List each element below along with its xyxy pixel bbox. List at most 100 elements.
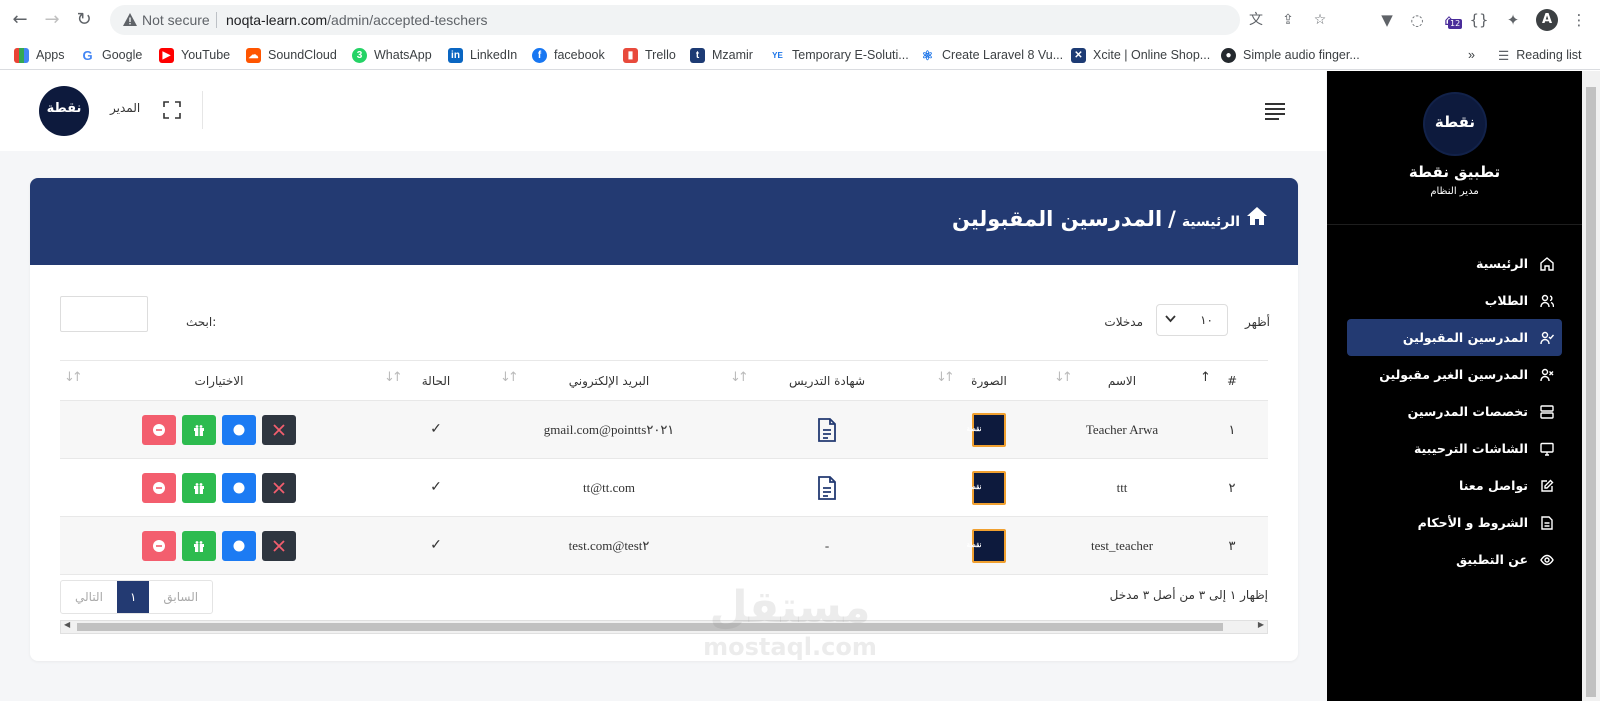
sort-icon[interactable]: ↑↓	[500, 370, 519, 385]
bookmarks-overflow-icon[interactable]: »	[1468, 46, 1475, 64]
bookmark-google[interactable]: G Google	[80, 46, 142, 64]
content-card: الرئيسية / المدرسين المقبولين أظهر ١٠ مد…	[30, 178, 1298, 661]
sort-asc-icon[interactable]: ↑	[1200, 370, 1211, 385]
linkedin-icon: in	[448, 47, 463, 63]
sort-icon[interactable]: ↑↓	[936, 370, 955, 385]
menu-dots-icon[interactable]: ⋮	[1568, 9, 1590, 31]
entries-select[interactable]: ١٠	[1156, 304, 1228, 336]
sort-icon[interactable]: ↑↓	[1054, 370, 1073, 385]
app: نقطة المدير الرئيسية / المدرسين المقبولي…	[0, 71, 1600, 701]
fullscreen-icon[interactable]	[163, 101, 181, 119]
sidebar-item-students[interactable]: الطلاب	[1347, 282, 1562, 319]
profile-avatar[interactable]: A	[1536, 9, 1558, 31]
vuetify-extension-icon[interactable]: ▼	[1376, 9, 1398, 31]
teacher-photo[interactable]: نقطة	[967, 470, 1006, 505]
sidebar-item-splash-screens[interactable]: الشاشات الترحيبية	[1347, 430, 1562, 467]
sidebar-item-rejected-teachers[interactable]: المدرسين الغير مقبولين	[1347, 356, 1562, 393]
bookmark-soundcloud[interactable]: ☁ SoundCloud	[246, 46, 337, 64]
circle-icon	[233, 482, 245, 493]
share-icon[interactable]: ⇪	[1278, 10, 1298, 30]
current-page-button[interactable]: ١	[116, 581, 150, 613]
bookmark-youtube[interactable]: ▶ YouTube	[159, 46, 230, 64]
home-icon[interactable]	[1246, 206, 1268, 226]
reading-list-button[interactable]: ☰ Reading list	[1498, 46, 1582, 64]
bookmark-linkedin[interactable]: in LinkedIn	[448, 46, 517, 64]
table-row: ٣ test_teacher نقطة - test٢@test.com ✓	[60, 516, 1268, 575]
bookmark-github[interactable]: ● Simple audio finger...	[1221, 46, 1360, 64]
bookmark-star-icon[interactable]: ☆	[1310, 10, 1330, 30]
breadcrumb-home[interactable]: الرئيسية	[1182, 214, 1240, 230]
status-button[interactable]	[222, 472, 256, 503]
scroll-right-icon[interactable]: ▶	[1258, 620, 1264, 629]
scrollbar-thumb[interactable]	[77, 623, 1223, 631]
forward-icon[interactable]: →	[40, 8, 64, 32]
extension-circle-icon[interactable]: ◌	[1406, 9, 1428, 31]
teacher-photo[interactable]: نقطة	[967, 412, 1006, 447]
document-icon[interactable]	[817, 475, 837, 500]
gift-button[interactable]	[182, 530, 216, 561]
extension-badge-icon[interactable]: ⌂12	[1438, 9, 1463, 31]
next-page-button[interactable]: التالي	[61, 581, 117, 613]
reject-button[interactable]	[262, 472, 296, 503]
bookmark-mzamir[interactable]: t Mzamir	[690, 46, 753, 64]
bookmark-laravel[interactable]: ⚛ Create Laravel 8 Vu...	[920, 46, 1063, 64]
bookmark-esolution[interactable]: YE Temporary E-Soluti...	[770, 46, 909, 64]
minus-circle-icon	[153, 481, 165, 494]
puzzle-icon[interactable]: ✦	[1502, 9, 1524, 31]
window-scrollbar-thumb[interactable]	[1586, 87, 1596, 697]
sidebar-item-about[interactable]: عن التطبيق	[1347, 541, 1562, 578]
admin-label[interactable]: المدير	[110, 101, 140, 115]
gift-button[interactable]	[182, 472, 216, 503]
col-status[interactable]: الحالة ↑↓	[378, 360, 494, 401]
bookmark-apps[interactable]: Apps	[14, 46, 65, 64]
sidebar-item-specializations[interactable]: تخصصات المدرسين	[1347, 393, 1562, 430]
trello-icon: ▮	[623, 47, 638, 63]
horizontal-scrollbar[interactable]: ◀ ▶	[60, 620, 1268, 634]
close-icon	[273, 481, 285, 494]
sidebar-item-terms[interactable]: الشروط و الأحكام	[1347, 504, 1562, 541]
topbar: نقطة المدير	[0, 71, 1326, 151]
reload-icon[interactable]: ↻	[72, 8, 96, 32]
sidebar-divider	[1327, 224, 1582, 225]
prev-page-button[interactable]: السابق	[149, 581, 212, 613]
document-icon[interactable]	[817, 417, 837, 442]
reject-button[interactable]	[262, 530, 296, 561]
remove-button[interactable]	[142, 472, 176, 503]
search-input[interactable]	[60, 296, 148, 332]
col-certificate[interactable]: شهادة التدريس ↑↓	[724, 360, 930, 401]
bookmark-xcite[interactable]: ✕ Xcite | Online Shop...	[1071, 46, 1210, 64]
admin-avatar[interactable]: نقطة	[39, 86, 89, 136]
reject-button[interactable]	[262, 414, 296, 445]
col-image[interactable]: الصورة ↑↓	[930, 360, 1048, 401]
teacher-email: tt@tt.com	[494, 458, 724, 517]
remove-button[interactable]	[142, 530, 176, 561]
teacher-photo[interactable]: نقطة	[967, 528, 1006, 563]
scroll-left-icon[interactable]: ◀	[64, 620, 70, 629]
status-button[interactable]	[222, 414, 256, 445]
col-email[interactable]: البريد الإلكتروني ↑↓	[494, 360, 724, 401]
bookmark-facebook[interactable]: f facebook	[532, 46, 605, 64]
sidebar-item-home[interactable]: الرئيسية	[1347, 245, 1562, 282]
sort-icon[interactable]: ↑↓	[64, 370, 83, 385]
json-extension-icon[interactable]: {}	[1468, 9, 1490, 31]
teachers-table: # ↑ الاسم ↑↓ الصورة ↑↓ شهادة التدريس ↑↓ البر…	[60, 360, 1268, 575]
status-button[interactable]	[222, 530, 256, 561]
col-actions[interactable]: الاختيارات ↑↓	[60, 360, 378, 401]
app-logo[interactable]: نقطة	[1425, 94, 1485, 154]
menu-toggle-icon[interactable]	[1265, 103, 1285, 120]
col-index[interactable]: # ↑	[1196, 360, 1268, 401]
col-name[interactable]: الاسم ↑↓	[1048, 360, 1196, 401]
sort-icon[interactable]: ↑↓	[384, 370, 403, 385]
address-bar[interactable]: Not secure noqta-learn.com/admin/accepte…	[110, 5, 1326, 35]
sort-icon[interactable]: ↑↓	[730, 370, 749, 385]
sidebar-item-contact[interactable]: تواصل معنا	[1347, 467, 1562, 504]
window-scrollbar[interactable]	[1582, 71, 1600, 701]
gift-button[interactable]	[182, 414, 216, 445]
back-icon[interactable]: ←	[8, 8, 32, 32]
sidebar-item-accepted-teachers[interactable]: المدرسين المقبولين	[1347, 319, 1562, 356]
bookmark-trello[interactable]: ▮ Trello	[623, 46, 676, 64]
remove-button[interactable]	[142, 414, 176, 445]
translate-icon[interactable]: 文	[1246, 10, 1266, 30]
page-title: المدرسين المقبولين	[951, 207, 1163, 231]
bookmark-whatsapp[interactable]: 3 WhatsApp	[352, 46, 432, 64]
